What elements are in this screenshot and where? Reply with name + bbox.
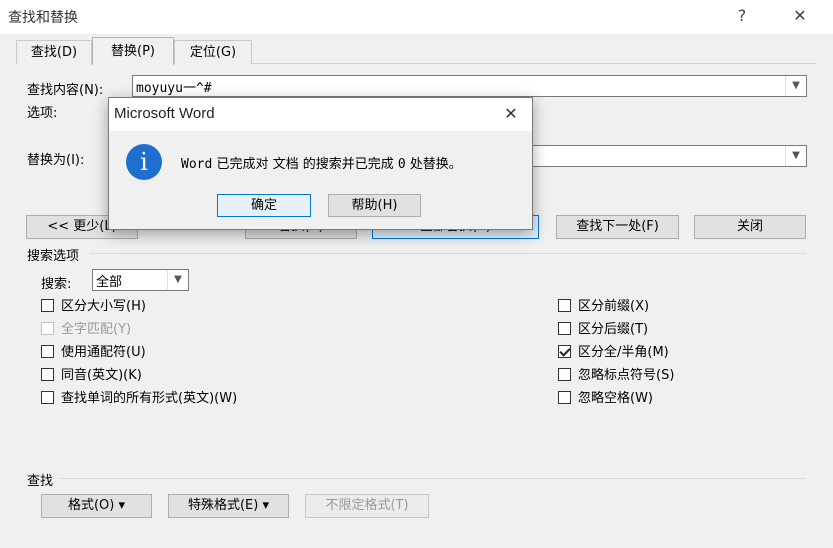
find-input[interactable]: moyuyu一^# ▼ (132, 75, 807, 97)
search-scope-label: 搜索: (41, 277, 72, 292)
find-next-button[interactable]: 查找下一处(F) (556, 215, 679, 239)
dialog-message: Word 已完成对 文档 的搜索并已完成 0 处替换。 (181, 157, 462, 172)
option-match-prefix[interactable]: 区分前缀(X) (558, 297, 649, 317)
search-scope-select[interactable]: 全部 ▼ (92, 269, 189, 291)
divider (90, 253, 806, 254)
title-bar: 查找和替换 ? ✕ (0, 0, 833, 34)
tab-find[interactable]: 查找(D) (16, 40, 92, 64)
info-icon: i (126, 144, 162, 180)
tab-goto[interactable]: 定位(G) (174, 40, 252, 64)
dialog-title: Microsoft Word (114, 105, 215, 122)
option-label: 区分后缀(T) (578, 322, 649, 337)
option-label: 使用通配符(U) (61, 345, 146, 360)
ok-button[interactable]: 确定 (217, 194, 311, 217)
replace-label: 替换为(I): (27, 153, 85, 168)
option-whole-word: 全字匹配(Y) (41, 320, 131, 340)
option-match-width[interactable]: 区分全/半角(M) (558, 343, 669, 363)
option-all-word-forms[interactable]: 查找单词的所有形式(英文)(W) (41, 389, 237, 409)
chevron-down-icon[interactable]: ▼ (167, 270, 188, 290)
search-options-heading: 搜索选项 (27, 249, 80, 264)
checkbox[interactable] (558, 299, 571, 312)
help-button[interactable]: ? (722, 2, 762, 32)
option-label: 忽略标点符号(S) (578, 368, 675, 383)
find-value: moyuyu一^# (136, 81, 212, 96)
bottom-find-heading: 查找 (27, 474, 54, 489)
option-wildcards[interactable]: 使用通配符(U) (41, 343, 146, 363)
close-button[interactable]: 关闭 (694, 215, 806, 239)
checkbox[interactable] (558, 368, 571, 381)
chevron-down-icon[interactable]: ▼ (785, 76, 806, 96)
window-title: 查找和替换 (8, 10, 78, 26)
option-ignore-punctuation[interactable]: 忽略标点符号(S) (558, 366, 674, 386)
checkbox[interactable] (41, 345, 54, 358)
tab-replace[interactable]: 替换(P) (92, 37, 174, 65)
option-sounds-like[interactable]: 同音(英文)(K) (41, 366, 142, 386)
divider (60, 478, 806, 479)
checkbox-checked[interactable] (558, 345, 571, 358)
checkbox (41, 322, 54, 335)
find-label: 查找内容(N): (27, 83, 104, 98)
dialog-body: i Word 已完成对 文档 的搜索并已完成 0 处替换。 确定 帮助(H) (109, 131, 532, 229)
special-format-button[interactable]: 特殊格式(E) ▾ (168, 494, 289, 518)
option-label: 区分前缀(X) (578, 299, 650, 314)
checkbox[interactable] (558, 391, 571, 404)
checkbox[interactable] (41, 299, 54, 312)
dialog-close-button[interactable]: ✕ (496, 101, 526, 127)
window-close-button[interactable]: ✕ (780, 2, 820, 32)
option-label: 全字匹配(Y) (61, 322, 132, 337)
option-label: 区分全/半角(M) (578, 345, 669, 360)
chevron-down-icon[interactable]: ▼ (785, 146, 806, 166)
option-ignore-whitespace[interactable]: 忽略空格(W) (558, 389, 653, 409)
no-formatting-button: 不限定格式(T) (305, 494, 429, 518)
checkbox[interactable] (41, 391, 54, 404)
option-label: 同音(英文)(K) (61, 368, 142, 383)
checkbox[interactable] (558, 322, 571, 335)
options-label: 选项: (27, 106, 58, 121)
checkbox[interactable] (41, 368, 54, 381)
format-button[interactable]: 格式(O) ▾ (41, 494, 152, 518)
option-label: 查找单词的所有形式(英文)(W) (61, 391, 238, 406)
search-scope-value: 全部 (96, 275, 123, 290)
option-label: 忽略空格(W) (578, 391, 653, 406)
message-dialog: Microsoft Word ✕ i Word 已完成对 文档 的搜索并已完成 … (108, 97, 533, 230)
option-match-suffix[interactable]: 区分后缀(T) (558, 320, 648, 340)
option-match-case[interactable]: 区分大小写(H) (41, 297, 146, 317)
dialog-help-button[interactable]: 帮助(H) (328, 194, 421, 217)
option-label: 区分大小写(H) (61, 299, 146, 314)
